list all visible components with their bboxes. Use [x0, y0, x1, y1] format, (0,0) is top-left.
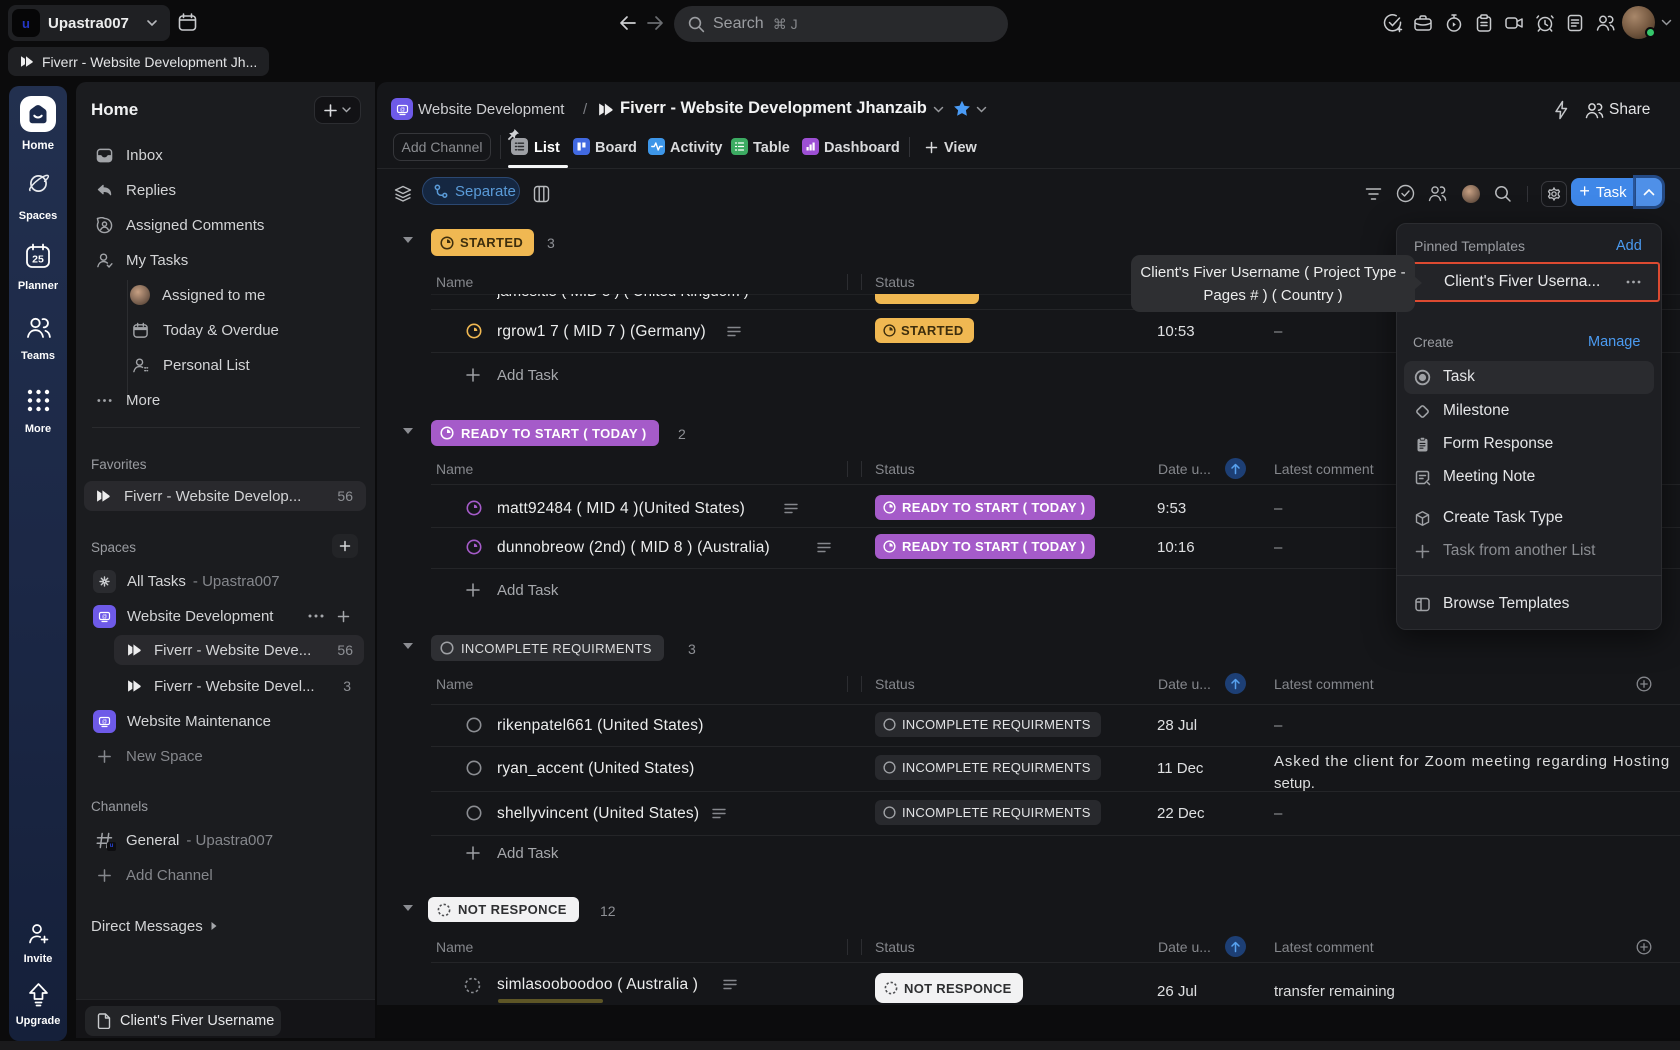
svg-text:@: @ [399, 106, 404, 112]
svg-text:25: 25 [32, 254, 44, 266]
svg-text:@: @ [102, 718, 107, 724]
svg-text:@: @ [102, 613, 107, 619]
